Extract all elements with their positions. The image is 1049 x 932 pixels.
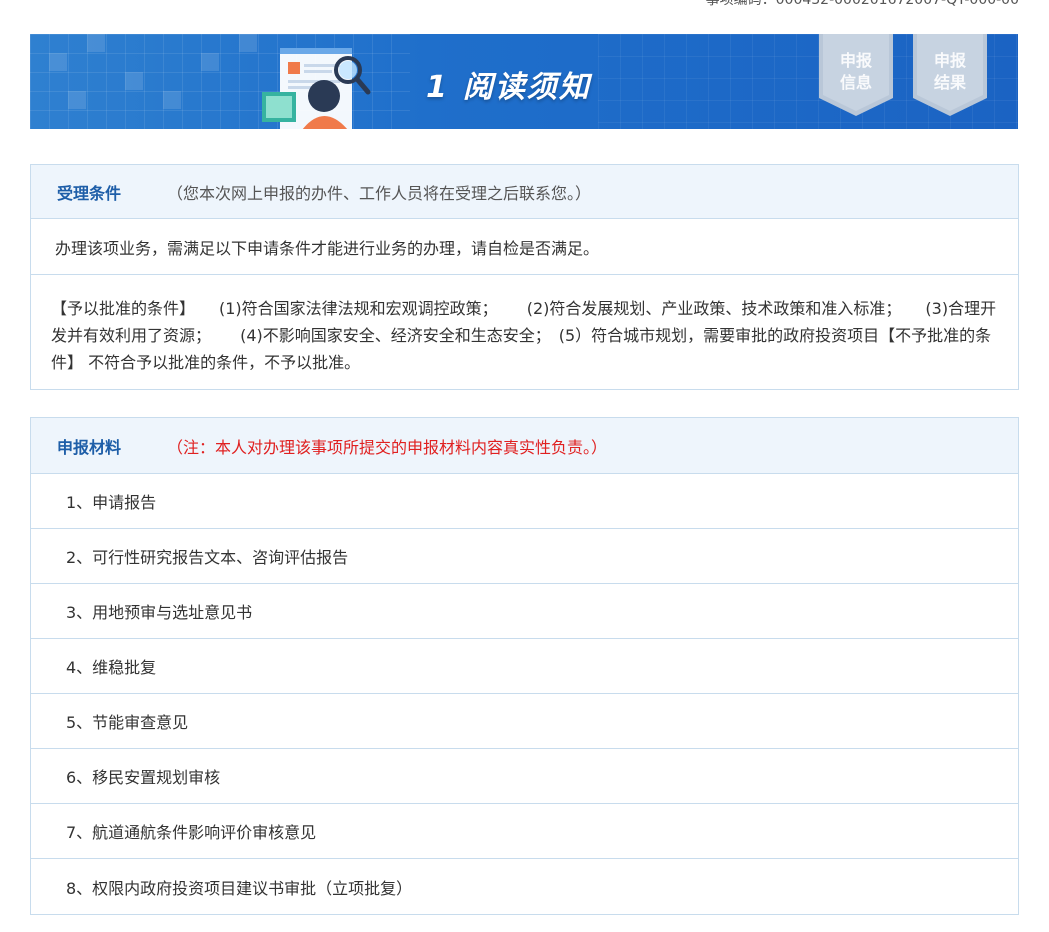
material-item[interactable]: 5、节能审查意见 — [31, 694, 1018, 749]
materials-note: （注：本人对办理该事项所提交的申报材料内容真实性负责。） — [167, 437, 608, 457]
item-code-text: 事项编码：000432-000201672007-QT-000-00 — [705, 0, 1019, 8]
conditions-intro: 办理该项业务，需满足以下申请条件才能进行业务的办理，请自检是否满足。 — [31, 219, 1018, 275]
materials-panel: 申报材料 （注：本人对办理该事项所提交的申报材料内容真实性负责。） 1、申请报告… — [30, 417, 1019, 915]
conditions-detail-text: 【予以批准的条件】 (1)符合国家法律法规和宏观调控政策； (2)符合发展规划、… — [51, 299, 997, 372]
conditions-header: 受理条件 （您本次网上申报的办件、工作人员将在受理之后联系您。） — [31, 165, 1018, 219]
step-badge-apply-result[interactable]: 申报 结果 — [913, 34, 987, 116]
step-title: 阅读须知 — [462, 70, 591, 105]
step-badge-label-2: 结果 — [933, 73, 966, 92]
conditions-title: 受理条件 — [57, 183, 122, 203]
reading-illustration-icon — [262, 40, 382, 129]
step-badge-label-1: 申报 — [839, 51, 872, 70]
acceptance-conditions-panel: 受理条件 （您本次网上申报的办件、工作人员将在受理之后联系您。） 办理该项业务，… — [30, 164, 1019, 390]
step-badge-apply-info[interactable]: 申报 信息 — [819, 34, 893, 116]
step-banner: 1 阅读须知 申报 信息 申报 结果 — [30, 34, 1018, 129]
banner-title: 1 阅读须知 — [426, 62, 591, 106]
material-item[interactable]: 4、维稳批复 — [31, 639, 1018, 694]
step-number: 1 — [426, 70, 449, 105]
material-item[interactable]: 8、权限内政府投资项目建议书审批（立项批复） — [31, 859, 1018, 914]
step-badge-label-1: 申报 — [933, 51, 966, 70]
material-item[interactable]: 6、移民安置规划审核 — [31, 749, 1018, 804]
material-item[interactable]: 1、申请报告 — [31, 474, 1018, 529]
materials-header: 申报材料 （注：本人对办理该事项所提交的申报材料内容真实性负责。） — [31, 418, 1018, 474]
material-item[interactable]: 7、航道通航条件影响评价审核意见 — [31, 804, 1018, 859]
material-item[interactable]: 3、用地预审与选址意见书 — [31, 584, 1018, 639]
material-item[interactable]: 2、可行性研究报告文本、咨询评估报告 — [31, 529, 1018, 584]
conditions-intro-text: 办理该项业务，需满足以下申请条件才能进行业务的办理，请自检是否满足。 — [55, 238, 600, 258]
step-badge-label-2: 信息 — [839, 73, 872, 92]
conditions-detail: 【予以批准的条件】 (1)符合国家法律法规和宏观调控政策； (2)符合发展规划、… — [31, 275, 1018, 389]
conditions-subtitle: （您本次网上申报的办件、工作人员将在受理之后联系您。） — [167, 183, 592, 203]
materials-title: 申报材料 — [57, 437, 122, 457]
